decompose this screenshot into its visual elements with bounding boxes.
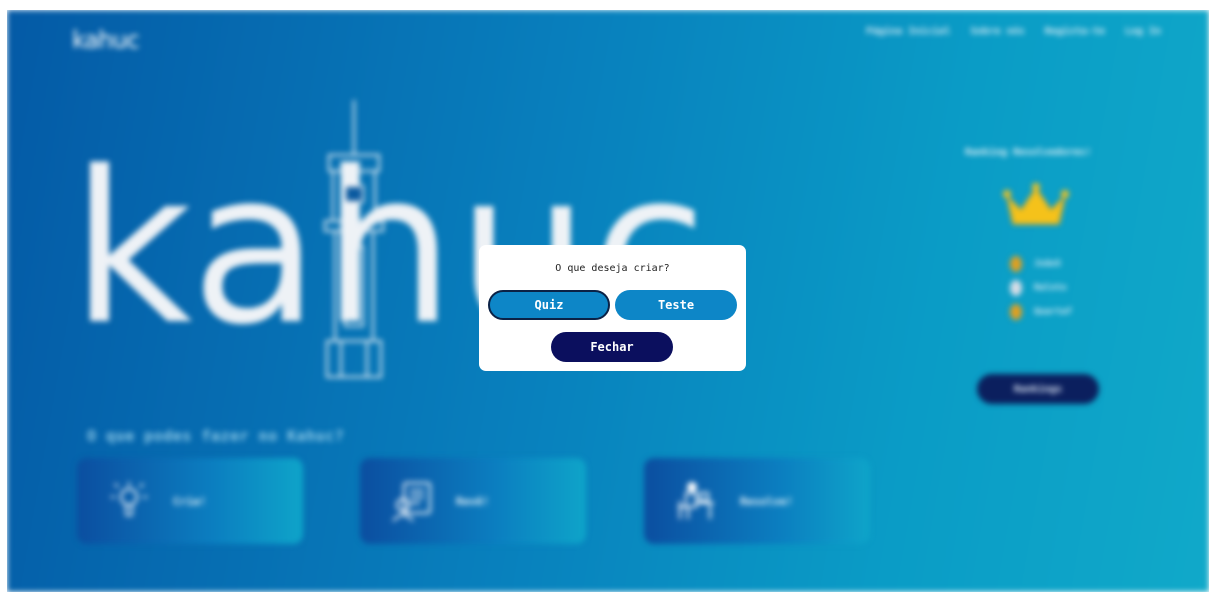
site-logo[interactable]: kahuc [72,26,140,54]
close-button[interactable]: Fechar [551,332,673,362]
person-at-desk-icon [678,482,714,519]
feature-card-label: Cria! [173,494,207,508]
silver-medal-icon [1010,280,1022,296]
create-modal: O que deseja criar? Quiz Teste Fechar [479,245,746,371]
crown-icon [1003,183,1069,225]
feature-card-create[interactable]: Cria! [77,458,303,544]
quiz-button[interactable]: Quiz [488,290,610,320]
bronze-medal-icon [1010,304,1022,320]
lightbulb-icon [111,482,147,516]
nav-link-register[interactable]: Regista-te [1045,26,1105,37]
feature-card-review[interactable]: Revê! [360,458,586,544]
teste-button[interactable]: Teste [615,290,737,320]
top-navigation: Página Inicial Sobre nós Regista-te Log … [866,26,1161,37]
rankings-button[interactable]: Rankings [977,374,1099,404]
document-person-icon [392,482,431,522]
nav-link-home[interactable]: Página Inicial [866,26,950,37]
ranking-name: Quartaf [1034,307,1072,317]
gold-medal-icon [1010,256,1022,272]
tower-illustration-icon [324,100,384,378]
ranking-entry: Ralnto [1010,276,1072,300]
ranking-name: JoãoS [1034,259,1062,269]
ranking-title: Ranking Resolvedores! [965,147,1092,158]
nav-link-login[interactable]: Log In [1125,26,1161,37]
nav-link-about[interactable]: Sobre nós [970,26,1024,37]
ranking-entry: Quartaf [1010,300,1072,324]
ranking-name: Ralnto [1034,283,1067,293]
feature-card-label: Resolve! [740,494,793,508]
modal-title: O que deseja criar? [555,263,670,274]
feature-card-solve[interactable]: Resolve! [644,458,870,544]
ranking-entry: JoãoS [1010,252,1072,276]
app-frame: kahuc Página Inicial Sobre nós Regista-t… [7,10,1209,592]
features-title: O que podes fazer no Kahuc? [87,427,345,445]
ranking-list: JoãoS Ralnto Quartaf [1010,252,1072,324]
feature-card-label: Revê! [456,494,490,508]
